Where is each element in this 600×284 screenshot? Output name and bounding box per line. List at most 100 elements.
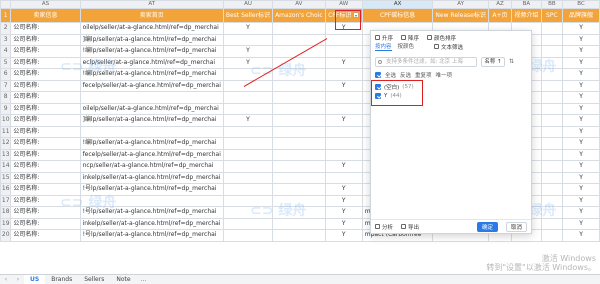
cell-bc[interactable]: Y	[562, 206, 600, 219]
cell-b[interactable]: inkelp/seller/at-a-glance.html/ref=dp_me…	[79, 217, 224, 230]
row-number[interactable]: 17	[0, 194, 12, 207]
header-spc[interactable]: SPC	[540, 8, 564, 23]
row-number[interactable]: 6	[0, 68, 12, 81]
analysis-button[interactable]: 分析	[375, 223, 393, 231]
cell-au[interactable]	[222, 102, 274, 115]
cell-bc[interactable]: Y	[562, 148, 600, 161]
cell-bc[interactable]: Y	[562, 183, 600, 196]
cell-aw[interactable]: Y	[324, 217, 363, 230]
tab-by-color[interactable]: 按颜色	[398, 42, 415, 51]
cell-av[interactable]	[272, 229, 326, 242]
cell-bc[interactable]: Y	[562, 33, 600, 46]
cell-bc[interactable]: Y	[562, 171, 600, 184]
next-sheet-icon[interactable]: ›	[12, 276, 24, 283]
header-seller-info[interactable]: 卖家信息	[10, 8, 81, 23]
cell-bc[interactable]: Y	[562, 194, 600, 207]
cell-a[interactable]: 公司名称:	[10, 217, 81, 230]
sheet-tab-note[interactable]: Note	[110, 275, 136, 284]
cell-aw[interactable]	[324, 148, 363, 161]
cell-a[interactable]: 公司名称:	[10, 91, 81, 104]
cell-a[interactable]: 公司名称:	[10, 114, 81, 127]
cell-au[interactable]	[222, 171, 274, 184]
cell-bb[interactable]	[540, 229, 564, 242]
cell-bb[interactable]	[540, 137, 564, 150]
cell-av[interactable]	[272, 160, 326, 173]
cell-av[interactable]	[272, 91, 326, 104]
option-invert[interactable]: 反选	[400, 71, 411, 79]
cell-b[interactable]: !编lp/seller/at-a-glance.html/ref=dp_merc…	[79, 137, 224, 150]
cell-aw[interactable]: Y	[324, 56, 363, 69]
cell-au[interactable]	[222, 33, 274, 46]
cell-bc[interactable]: Y	[562, 160, 600, 173]
cell-au[interactable]	[222, 148, 274, 161]
row-number[interactable]: 20	[0, 229, 12, 242]
cell-au[interactable]: Y	[222, 114, 274, 127]
ok-button[interactable]: 确定	[476, 221, 498, 232]
cell-bb[interactable]	[540, 33, 564, 46]
cell-au[interactable]	[222, 229, 274, 242]
cell-a[interactable]: 公司名称:	[10, 22, 81, 35]
cell-b[interactable]: inkelp/seller/at-a-glance.html/ref=dp_me…	[79, 171, 224, 184]
row-number[interactable]: 13	[0, 148, 12, 161]
row-number[interactable]: 10	[0, 114, 12, 127]
cell-aw[interactable]: Y	[324, 114, 363, 127]
filter-list-icon[interactable]: ⇅	[509, 58, 518, 66]
column-header-as[interactable]: AS	[10, 0, 81, 9]
cell-bb[interactable]	[540, 91, 564, 104]
column-header-bc[interactable]: BC	[562, 0, 600, 9]
cell-a[interactable]: 公司名称:	[10, 137, 81, 150]
cell-aw[interactable]	[324, 91, 363, 104]
cell-av[interactable]	[272, 137, 326, 150]
option-duplicates[interactable]: 重复项	[415, 71, 432, 79]
row-number[interactable]: 16	[0, 183, 12, 196]
cell-bb[interactable]	[540, 160, 564, 173]
sort-by-name-button[interactable]: 名称 ↑	[481, 57, 505, 67]
cell-bc[interactable]: Y	[562, 56, 600, 69]
row-number[interactable]: 11	[0, 125, 12, 138]
column-header-aw[interactable]: AW	[324, 0, 363, 9]
color-sort-button[interactable]: 颜色排序	[427, 34, 456, 42]
header-best-seller[interactable]: Best Seller标识	[222, 8, 274, 23]
cell-b[interactable]: fecelp/seller/at-a-glance.html/ref=dp_me…	[79, 148, 224, 161]
column-header-au[interactable]: AU	[222, 0, 274, 9]
cell-aw[interactable]	[324, 102, 363, 115]
cell-bb[interactable]	[540, 183, 564, 196]
sheet-tab-brands[interactable]: Brands	[45, 275, 78, 284]
cell-aw[interactable]	[324, 45, 363, 58]
cell-a[interactable]: 公司名称:	[10, 33, 81, 46]
cell-aw[interactable]	[324, 33, 363, 46]
cell-au[interactable]: Y	[222, 45, 274, 58]
cell-aw[interactable]: Y	[324, 194, 363, 207]
column-header-at[interactable]: AT	[79, 0, 224, 9]
cancel-button[interactable]: 取消	[505, 221, 527, 232]
cell-b[interactable]: oilelp/seller/at-a-glance.html/ref=dp_me…	[79, 22, 224, 35]
cell-bc[interactable]: Y	[562, 45, 600, 58]
cell-av[interactable]	[272, 22, 326, 35]
header-seller-homepage[interactable]: 卖家首页	[79, 8, 224, 23]
export-button[interactable]: 导出	[401, 223, 419, 231]
row-number[interactable]: 5	[0, 56, 12, 69]
cell-a[interactable]: 公司名称:	[10, 160, 81, 173]
sort-ascending-button[interactable]: 升序	[375, 34, 393, 42]
cell-a[interactable]: 公司名称:	[10, 102, 81, 115]
cell-av[interactable]	[272, 102, 326, 115]
column-header-az[interactable]: AZ	[487, 0, 513, 9]
header-cpf-carbon-info[interactable]: CPF碳标信息	[361, 8, 434, 23]
sheet-tab-us[interactable]: US	[24, 274, 46, 284]
cell-bc[interactable]: Y	[562, 125, 600, 138]
cell-av[interactable]	[272, 79, 326, 92]
cell-bc[interactable]: Y	[562, 91, 600, 104]
cell-av[interactable]	[272, 125, 326, 138]
cell-aw[interactable]: Y	[324, 229, 363, 242]
cell-bb[interactable]	[540, 79, 564, 92]
cell-b[interactable]: fecelp/seller/at-a-glance.html/ref=dp_me…	[79, 79, 224, 92]
cell-av[interactable]	[272, 183, 326, 196]
row-number[interactable]: 3	[0, 33, 12, 46]
cell-b[interactable]: ncp/seller/at-a-glance.html/ref=dp_merch…	[79, 160, 224, 173]
cell-av[interactable]	[272, 171, 326, 184]
cell-a[interactable]: 公司名称:	[10, 79, 81, 92]
row-number[interactable]: 9	[0, 102, 12, 115]
header-new-release[interactable]: New Release标识	[432, 8, 489, 23]
cell-aw[interactable]	[324, 171, 363, 184]
sort-descending-button[interactable]: 降序	[401, 34, 419, 42]
